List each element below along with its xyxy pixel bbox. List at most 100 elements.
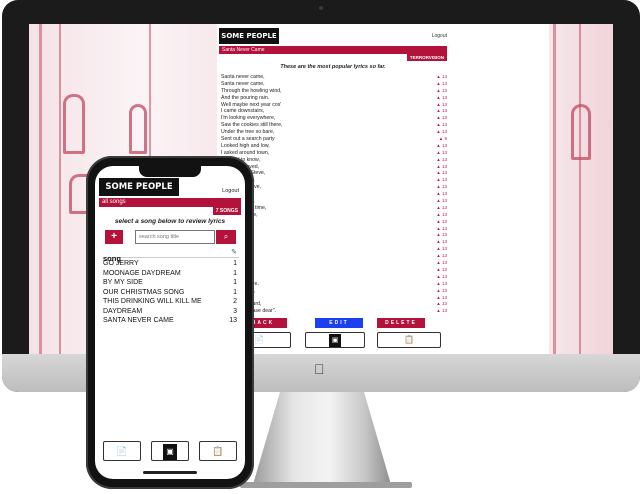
- vote-count[interactable]: ▲ 9: [439, 136, 447, 143]
- vote-count[interactable]: ▲ 13: [436, 246, 447, 253]
- vote-count[interactable]: ▲ 13: [436, 219, 447, 226]
- vote-count[interactable]: ▲ 13: [436, 191, 447, 198]
- logout-link[interactable]: Logout: [222, 188, 239, 194]
- lyric-row[interactable]: ghfair.▲ 13: [221, 274, 447, 281]
- vote-count[interactable]: ▲ 13: [436, 281, 447, 288]
- lyric-row[interactable]: ss still at work,▲ 13: [221, 198, 447, 205]
- lyric-row[interactable]: tmas eve,▲ 13: [221, 191, 447, 198]
- lyric-row[interactable]: always believed,▲ 13: [221, 164, 447, 171]
- lyric-row[interactable]: ring rain.▲ 13: [221, 239, 447, 246]
- vote-count[interactable]: ▲ 13: [436, 295, 447, 302]
- vote-count[interactable]: ▲ 13: [436, 108, 447, 115]
- lyric-row[interactable]: Santa never came, ▲ 13: [221, 81, 447, 88]
- song-row[interactable]: DAYDREAM 3: [103, 307, 239, 317]
- nav-lyrics-tab[interactable]: 📄: [103, 441, 141, 461]
- vote-count[interactable]: ▲ 13: [436, 177, 447, 184]
- lyric-row[interactable]: I'm looking everywhere, ▲ 13: [221, 115, 447, 122]
- nav-clipboard-tab[interactable]: 📋: [377, 332, 441, 348]
- nav-clipboard-tab[interactable]: 📋: [199, 441, 237, 461]
- delete-button[interactable]: DELETE: [377, 318, 425, 328]
- lyric-row[interactable]: came,▲ 13: [221, 219, 447, 226]
- add-song-button[interactable]: +: [105, 230, 123, 244]
- lyric-row[interactable]: came,▲ 13: [221, 226, 447, 233]
- vote-count[interactable]: ▲ 13: [436, 102, 447, 109]
- lyric-row[interactable]: Saw the cookies still there, ▲ 13: [221, 122, 447, 129]
- lyric-row[interactable]: howling wind,▲ 13: [221, 232, 447, 239]
- lyric-row[interactable]: seemed to know,▲ 13: [221, 157, 447, 164]
- song-row[interactable]: BY MY SIDE 1: [103, 278, 239, 288]
- vote-count[interactable]: ▲ 13: [436, 288, 447, 295]
- song-row[interactable]: MOONAGE DAYDREAM 1: [103, 269, 239, 279]
- lyric-row[interactable]: rabbed his beard,▲ 13: [221, 301, 447, 308]
- lyric-row[interactable]: hide nor hair,▲ 13: [221, 267, 447, 274]
- vote-count[interactable]: ▲ 13: [436, 308, 447, 315]
- nav-radio-tab[interactable]: ▣: [305, 332, 365, 348]
- monitor-stand: [252, 392, 392, 488]
- lyric-row[interactable]: will be the last time,▲ 13: [221, 205, 447, 212]
- vote-count[interactable]: ▲ 13: [436, 122, 447, 129]
- song-row[interactable]: THIS DRINKING WILL KILL ME 2: [103, 297, 239, 307]
- song-row[interactable]: SANTA NEVER CAME 13: [103, 316, 239, 326]
- song-row[interactable]: OUR CHRISTMAS SONG 1: [103, 288, 239, 298]
- vote-count[interactable]: ▲ 13: [436, 170, 447, 177]
- lyric-row[interactable]: Well maybe next year cos' ▲ 13: [221, 102, 447, 109]
- lyric-row[interactable]: downstairs care,▲ 13: [221, 281, 447, 288]
- edit-button[interactable]: EDIT: [315, 318, 363, 328]
- lyric-row[interactable]: ht last year,▲ 13: [221, 295, 447, 302]
- vote-count[interactable]: ▲ 13: [436, 267, 447, 274]
- vote-count[interactable]: ▲ 13: [436, 88, 447, 95]
- lyric-row[interactable]: be the last time,▲ 13: [221, 212, 447, 219]
- vote-count[interactable]: ▲ 13: [436, 95, 447, 102]
- vote-count[interactable]: ▲ 13: [436, 150, 447, 157]
- lyric-row[interactable]: Looked high and low, ▲ 13: [221, 143, 447, 150]
- phone-notch: [139, 166, 201, 177]
- vote-count[interactable]: ▲ 13: [436, 129, 447, 136]
- search-button[interactable]: ⌕: [216, 230, 236, 244]
- logout-link[interactable]: Logout: [432, 33, 447, 39]
- lyric-row[interactable]: Mum's mate Steve,▲ 13: [221, 170, 447, 177]
- vote-count[interactable]: ▲ 14: [436, 74, 447, 81]
- lyric-row[interactable]: came,▲ 13: [221, 253, 447, 260]
- vote-count[interactable]: ▲ 13: [436, 253, 447, 260]
- vote-number: 13: [441, 301, 447, 307]
- monitor-stand-base: [240, 482, 412, 488]
- vote-number: 13: [441, 225, 447, 231]
- lyric-text: Saw the cookies still there,: [221, 122, 283, 129]
- lyric-row[interactable]: Under the tree so bare, ▲ 13: [221, 129, 447, 136]
- lyric-row[interactable]: I asked around town, ▲ 13: [221, 150, 447, 157]
- lyric-row[interactable]: And the pouring rain. ▲ 13: [221, 95, 447, 102]
- nav-radio-tab[interactable]: ▣: [151, 441, 189, 461]
- song-lyric-count: 1: [233, 269, 237, 277]
- lyric-row[interactable]: I came downstairs, ▲ 13: [221, 108, 447, 115]
- lyric-row[interactable]: Sent out a search party ▲ 9: [221, 136, 447, 143]
- vote-count[interactable]: ▲ 13: [436, 115, 447, 122]
- vote-count[interactable]: ▲ 13: [436, 198, 447, 205]
- vote-count[interactable]: ▲ 13: [436, 239, 447, 246]
- lyric-row[interactable]: been so naive,▲ 13: [221, 177, 447, 184]
- lyric-row[interactable]: ys see him leave,▲ 13: [221, 184, 447, 191]
- vote-count[interactable]: ▲ 13: [436, 226, 447, 233]
- lyric-row[interactable]: Santa never came, ▲ 14: [221, 74, 447, 81]
- song-title: BY MY SIDE: [103, 279, 143, 286]
- vote-count[interactable]: ▲ 13: [436, 232, 447, 239]
- vote-count[interactable]: ▲ 13: [436, 164, 447, 171]
- search-input[interactable]: [135, 230, 215, 244]
- lyric-row[interactable]: next year cos'▲ 13: [221, 246, 447, 253]
- vote-count[interactable]: ▲ 13: [436, 301, 447, 308]
- lyric-row[interactable]: out there,▲ 13: [221, 260, 447, 267]
- song-row[interactable]: GO JERRY 1: [103, 259, 239, 269]
- lyric-row[interactable]: creaming "please dear".▲ 13: [221, 308, 447, 315]
- vote-count[interactable]: ▲ 13: [436, 274, 447, 281]
- vote-count[interactable]: ▲ 13: [436, 143, 447, 150]
- app-logo: SOME PEOPLE SAY: [219, 28, 279, 56]
- vote-count[interactable]: ▲ 13: [436, 157, 447, 164]
- vote-count[interactable]: ▲ 13: [436, 81, 447, 88]
- lyric-row[interactable]: ve got the fear,▲ 13: [221, 288, 447, 295]
- vote-count[interactable]: ▲ 13: [436, 212, 447, 219]
- edit-icon[interactable]: ✎: [231, 248, 237, 256]
- vote-count[interactable]: ▲ 13: [436, 260, 447, 267]
- lyric-row[interactable]: Through the howling wind, ▲ 13: [221, 88, 447, 95]
- vote-count[interactable]: ▲ 13: [436, 205, 447, 212]
- vote-count[interactable]: ▲ 13: [436, 184, 447, 191]
- vote-number: 13: [441, 246, 447, 252]
